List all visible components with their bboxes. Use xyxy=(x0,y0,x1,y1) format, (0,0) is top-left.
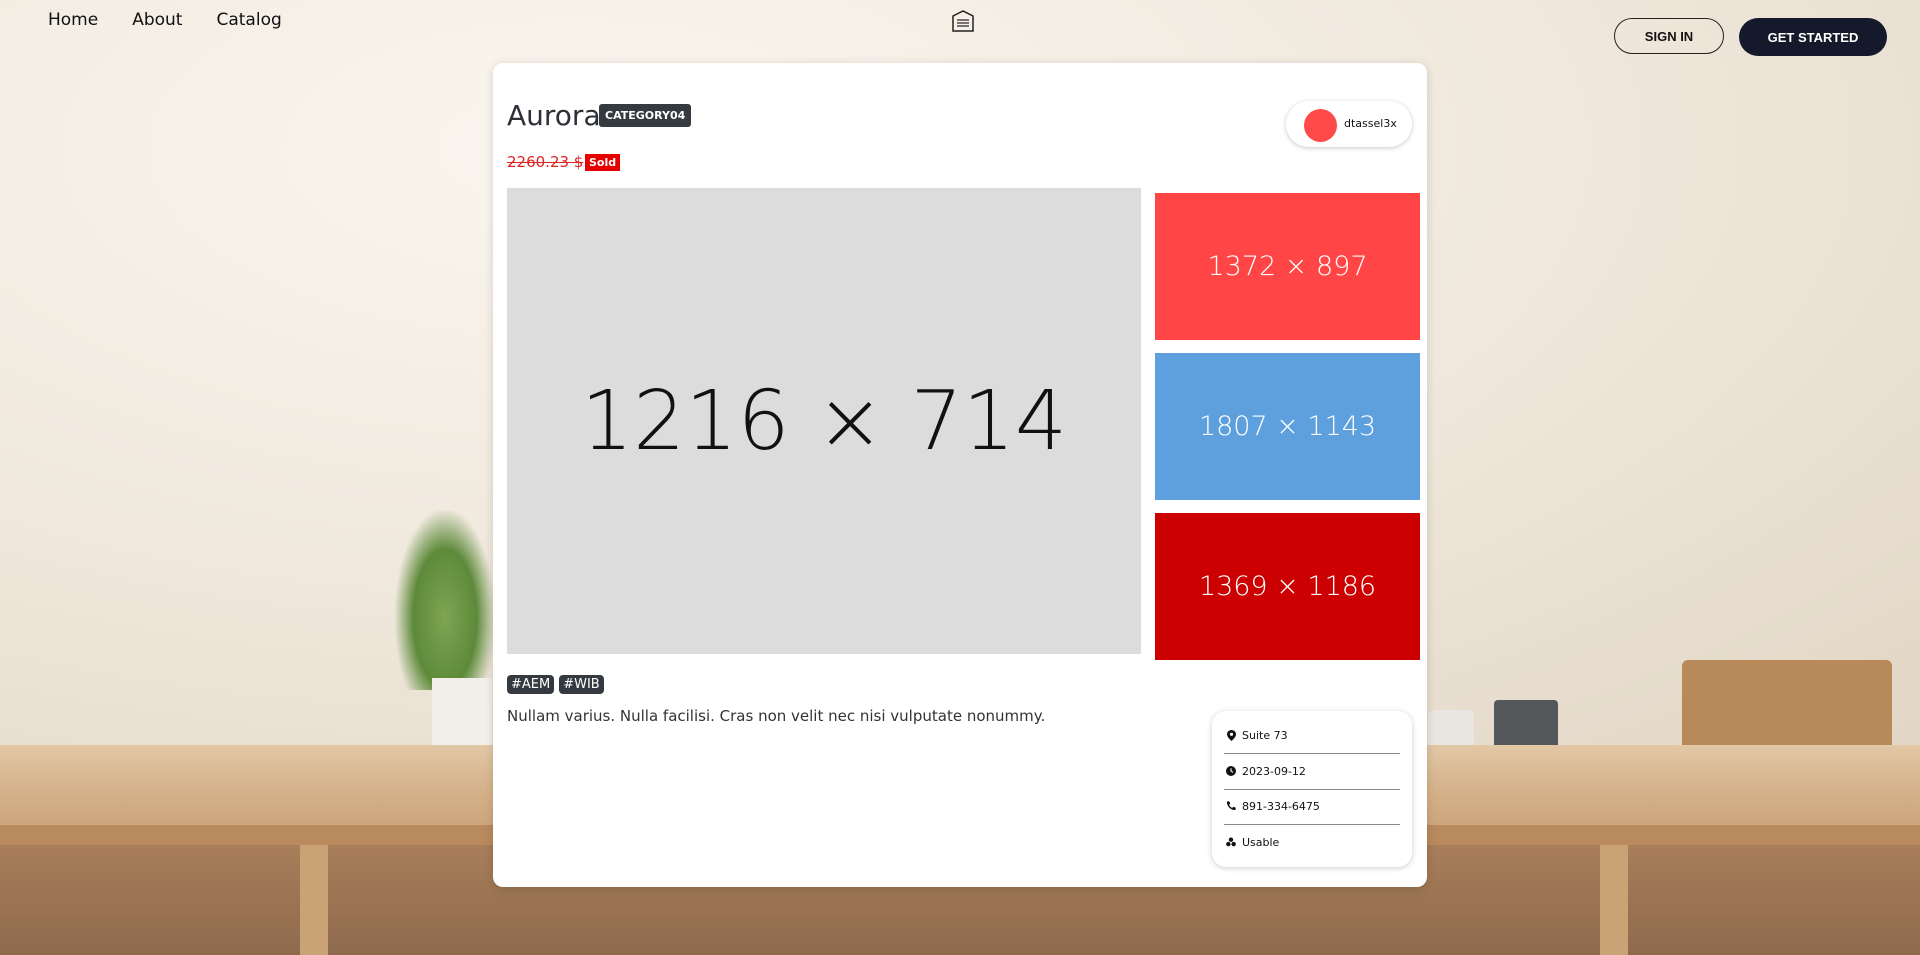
listing-card: Aurora CATEGORY04 2260.23 $ Sold dtassel… xyxy=(493,63,1427,887)
nav-home-link[interactable]: Home xyxy=(48,10,98,30)
thumbnail-image[interactable]: 1369 × 1186 xyxy=(1155,513,1420,660)
thumbnail-image[interactable]: 1807 × 1143 xyxy=(1155,353,1420,500)
detail-text: Usable xyxy=(1242,835,1280,849)
tag-list: #AEM #WIB xyxy=(507,675,604,694)
listing-description: Nullam varius. Nulla facilisi. Cras non … xyxy=(507,707,1046,725)
main-nav: Home About Catalog xyxy=(48,10,282,30)
thumbnail-label: 1372 × 897 xyxy=(1207,251,1368,282)
detail-date: 2023-09-12 xyxy=(1226,760,1398,782)
detail-text: 891-334-6475 xyxy=(1242,799,1320,813)
condition-icon xyxy=(1226,837,1236,847)
detail-text: Suite 73 xyxy=(1242,728,1288,742)
divider xyxy=(1224,824,1400,825)
status-badge: Sold xyxy=(585,154,621,171)
listing-price: 2260.23 $ xyxy=(507,153,584,171)
tag[interactable]: #WIB xyxy=(559,675,604,694)
nav-about-link[interactable]: About xyxy=(132,10,182,30)
main-image-label: 1216 × 714 xyxy=(580,373,1068,469)
seller-name: dtassel3x xyxy=(1344,117,1397,130)
main-image[interactable]: 1216 × 714 xyxy=(507,188,1141,654)
detail-location: Suite 73 xyxy=(1226,724,1398,746)
clock-icon xyxy=(1226,766,1236,776)
tag[interactable]: #AEM xyxy=(507,675,555,694)
thumbnail-label: 1369 × 1186 xyxy=(1198,571,1377,602)
divider xyxy=(1224,789,1400,790)
listing-title: Aurora xyxy=(507,99,601,132)
detail-text: 2023-09-12 xyxy=(1242,764,1306,778)
details-panel: Suite 73 2023-09-12 891-334-6475 Usable xyxy=(1212,711,1412,867)
desk-leg xyxy=(300,845,328,955)
site-logo-icon[interactable] xyxy=(951,10,975,32)
detail-phone: 891-334-6475 xyxy=(1226,795,1398,817)
background-plant xyxy=(395,510,495,690)
sign-in-button[interactable]: SIGN IN xyxy=(1614,18,1724,54)
category-badge: CATEGORY04 xyxy=(599,104,692,127)
location-pin-icon xyxy=(1226,729,1236,741)
phone-icon xyxy=(1226,801,1236,811)
avatar xyxy=(1304,109,1337,142)
get-started-button[interactable]: GET STARTED xyxy=(1739,18,1887,56)
nav-catalog-link[interactable]: Catalog xyxy=(216,10,281,30)
detail-condition: Usable xyxy=(1226,831,1398,853)
divider xyxy=(1224,753,1400,754)
thumbnail-image[interactable]: 1372 × 897 xyxy=(1155,193,1420,340)
thumbnail-label: 1807 × 1143 xyxy=(1198,411,1377,442)
seller-chip[interactable]: dtassel3x xyxy=(1286,101,1412,147)
desk-leg xyxy=(1600,845,1628,955)
